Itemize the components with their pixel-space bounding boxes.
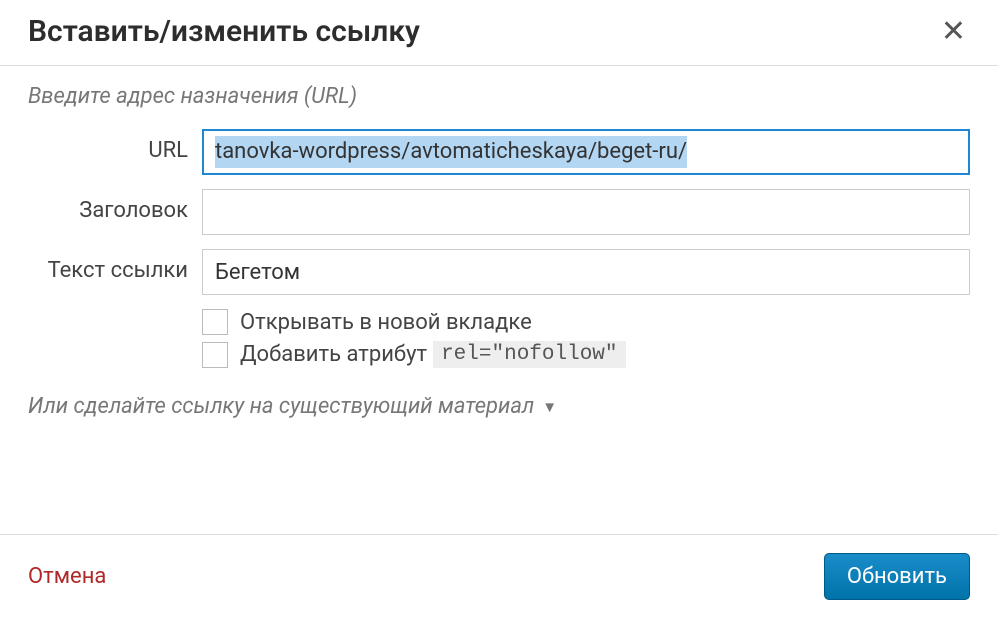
chevron-down-icon: ▼ (542, 398, 557, 416)
existing-link-toggle[interactable]: Или сделайте ссылку на существующий мате… (28, 394, 970, 419)
link-text-label: Текст ссылки (28, 249, 202, 285)
title-input[interactable] (202, 189, 970, 235)
link-text-input[interactable] (202, 249, 970, 295)
nofollow-checkbox-row[interactable]: Добавить атрибут rel="nofollow" (202, 341, 970, 368)
dialog-title: Вставить/изменить ссылку (28, 14, 420, 49)
nofollow-code: rel="nofollow" (433, 341, 625, 368)
new-tab-checkbox-label: Открывать в новой вкладке (240, 310, 532, 335)
url-input[interactable]: tanovka-wordpress/avtomaticheskaya/beget… (202, 129, 970, 175)
dialog-body: Введите адрес назначения (URL) URL tanov… (0, 66, 998, 534)
url-label: URL (28, 129, 202, 165)
submit-button[interactable]: Обновить (824, 553, 970, 600)
section-label: Введите адрес назначения (URL) (28, 84, 970, 109)
nofollow-checkbox[interactable] (202, 342, 228, 368)
close-icon[interactable]: ✕ (937, 17, 970, 47)
title-row: Заголовок (28, 189, 970, 235)
new-tab-checkbox-row[interactable]: Открывать в новой вкладке (202, 309, 970, 335)
cancel-button[interactable]: Отмена (28, 564, 106, 589)
new-tab-checkbox[interactable] (202, 309, 228, 335)
nofollow-checkbox-label-prefix: Добавить атрибут (240, 342, 427, 367)
dialog-footer: Отмена Обновить (0, 534, 998, 620)
title-label: Заголовок (28, 189, 202, 225)
link-text-row: Текст ссылки (28, 249, 970, 295)
url-input-value: tanovka-wordpress/avtomaticheskaya/beget… (215, 136, 687, 168)
dialog-header: Вставить/изменить ссылку ✕ (0, 0, 998, 66)
existing-link-label: Или сделайте ссылку на существующий мате… (28, 394, 534, 419)
url-row: URL tanovka-wordpress/avtomaticheskaya/b… (28, 129, 970, 175)
insert-link-dialog: Вставить/изменить ссылку ✕ Введите адрес… (0, 0, 998, 620)
